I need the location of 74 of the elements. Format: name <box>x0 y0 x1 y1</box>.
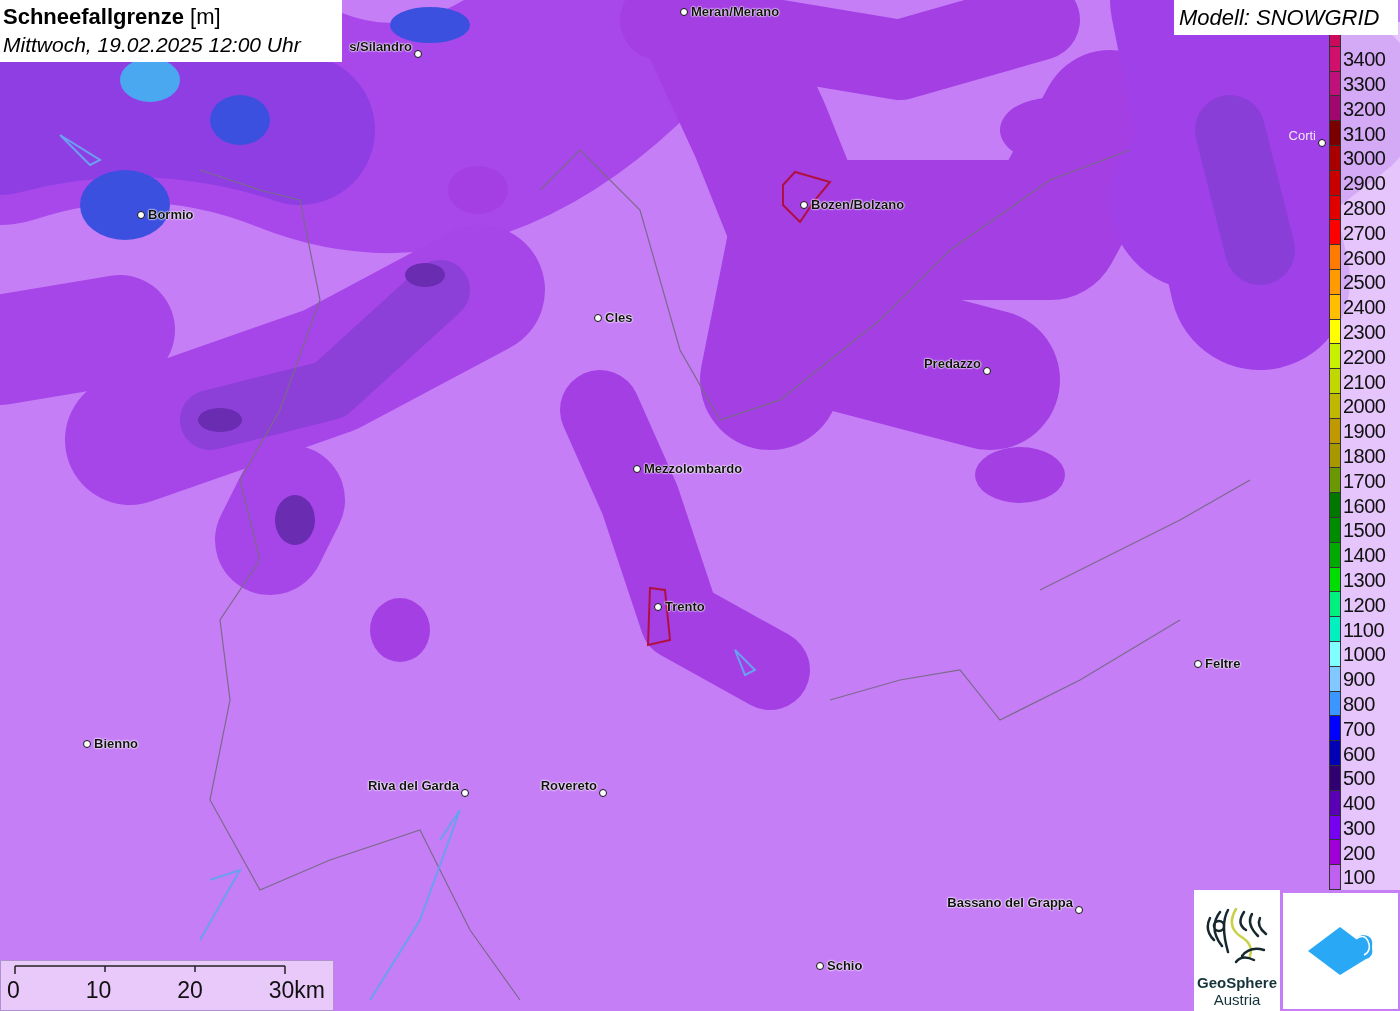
city-marker-icon <box>816 962 824 970</box>
legend-label: 1100 <box>1343 618 1384 641</box>
legend-label: 3300 <box>1343 73 1386 95</box>
city-marker-icon <box>800 201 808 209</box>
scale-label: 0 <box>7 976 20 1005</box>
legend-label: 1900 <box>1343 420 1386 443</box>
legend-label: 3200 <box>1343 97 1386 120</box>
city-label: Schio <box>827 957 863 974</box>
legend-label: 800 <box>1343 692 1375 715</box>
city-marker-icon <box>137 211 145 219</box>
model-name: Modell: SNOWGRID <box>1174 0 1398 35</box>
legend-label: 2700 <box>1343 221 1386 244</box>
legend-label: 2800 <box>1343 196 1386 219</box>
city-marker-icon <box>633 465 641 473</box>
legend-label: 100 <box>1343 866 1375 889</box>
scale-label: 20 <box>177 976 203 1005</box>
city-label: Bozen/Bolzano <box>811 196 905 213</box>
legend-label: 200 <box>1343 841 1375 864</box>
legend-label: 2000 <box>1343 395 1386 418</box>
legend-label: 1300 <box>1343 568 1386 591</box>
legend-label: 2300 <box>1343 320 1386 343</box>
scale-label: 10 <box>85 976 112 1005</box>
legend-label: 600 <box>1343 742 1375 765</box>
city-marker-icon <box>594 314 602 322</box>
city-marker-icon <box>983 367 991 375</box>
legend-label: 3400 <box>1343 48 1386 71</box>
scale-label: 30km <box>268 976 325 1005</box>
chevron-cloud-icon <box>1307 927 1374 975</box>
legend-label: 1200 <box>1343 593 1386 616</box>
legend-label: 500 <box>1343 767 1375 790</box>
city-marker-icon <box>461 789 469 797</box>
legend-label: 1000 <box>1343 643 1386 666</box>
city-marker-icon <box>83 740 91 748</box>
logo-subtitle: Austria <box>1213 991 1261 1009</box>
map-title: Schneefallgrenze [m] <box>3 3 221 31</box>
city-label: Riva del Garda <box>367 777 459 794</box>
city-label: s/Silandro <box>349 38 412 55</box>
legend-label: 2400 <box>1343 296 1386 319</box>
city-marker-icon <box>1075 906 1083 914</box>
city-marker-icon <box>1318 139 1326 147</box>
city-label: Predazzo <box>923 355 981 372</box>
legend-label: 2600 <box>1343 246 1386 269</box>
legend-label: 2900 <box>1343 172 1386 195</box>
legend-label: 2100 <box>1343 370 1386 393</box>
city-label: Feltre <box>1205 655 1241 672</box>
legend-label: 2200 <box>1343 345 1386 368</box>
city-marker-icon <box>654 603 662 611</box>
city-label: Bassano del Grappa <box>947 894 1073 911</box>
legend-label: 3100 <box>1343 122 1386 145</box>
scale-bar-icon <box>14 965 286 975</box>
city-label: Bienno <box>94 735 139 752</box>
city-label: Meran/Merano <box>691 3 780 20</box>
legend-label: 2500 <box>1343 271 1386 294</box>
city-marker-icon <box>680 8 688 16</box>
legend-label: 300 <box>1343 816 1375 839</box>
legend-label: 1600 <box>1343 494 1386 517</box>
legend-label: 1400 <box>1343 544 1386 567</box>
logo-name: GeoSphere <box>1197 974 1277 991</box>
city-label: Corti <box>1288 127 1316 144</box>
legend-label: 400 <box>1343 792 1375 815</box>
legend-label: 1700 <box>1343 469 1386 492</box>
legend-label: 1800 <box>1343 444 1386 467</box>
legend-label: 3000 <box>1343 147 1386 170</box>
city-marker-icon <box>1194 660 1202 668</box>
city-label: Mezzolombardo <box>644 460 743 477</box>
legend-label: 700 <box>1343 717 1375 740</box>
city-marker-icon <box>599 789 607 797</box>
map-date: Mittwoch, 19.02.2025 12:00 Uhr <box>3 32 301 58</box>
city-marker-icon <box>414 50 422 58</box>
legend-label: 900 <box>1343 668 1375 691</box>
contour-lines-icon <box>1206 906 1268 964</box>
city-label: Rovereto <box>540 777 597 794</box>
city-label: Cles <box>605 309 633 326</box>
legend-label: 1500 <box>1343 519 1386 542</box>
